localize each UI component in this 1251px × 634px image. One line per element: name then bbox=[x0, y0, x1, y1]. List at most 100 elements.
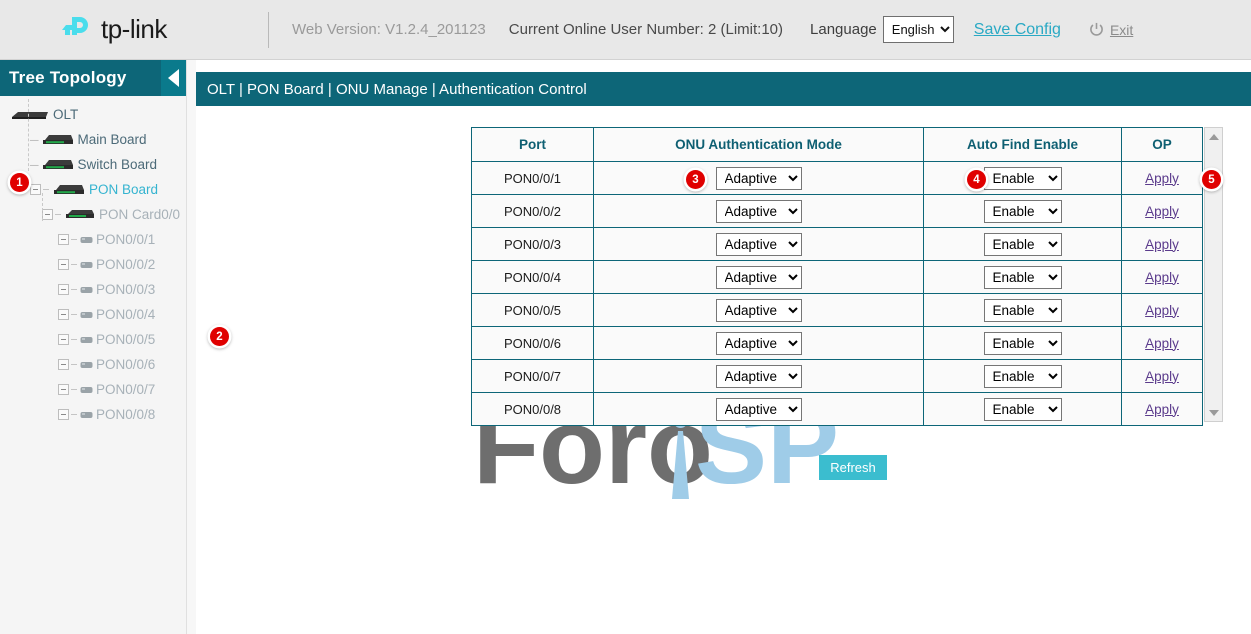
auth-mode-select[interactable]: Adaptive bbox=[716, 200, 802, 223]
tree-node-label: PON0/0/1 bbox=[96, 232, 155, 247]
board-device-icon bbox=[41, 133, 75, 147]
apply-link[interactable]: Apply bbox=[1145, 270, 1179, 285]
table-row: PON0/0/4 Adaptive Enable Apply bbox=[472, 261, 1203, 294]
cell-op: Apply bbox=[1122, 162, 1203, 195]
step-badge-4: 4 bbox=[967, 170, 986, 189]
step-badge-3: 3 bbox=[686, 170, 705, 189]
tree-expander[interactable] bbox=[58, 259, 69, 270]
tree-guide-line bbox=[42, 193, 43, 221]
cell-auth-mode: Adaptive bbox=[594, 393, 924, 426]
tree-collapse-button[interactable] bbox=[161, 60, 186, 96]
table-row: PON0/0/1AdaptiveEnableApply bbox=[472, 162, 1203, 195]
tree-connector bbox=[71, 339, 77, 340]
exit-label: Exit bbox=[1110, 22, 1133, 38]
apply-link[interactable]: Apply bbox=[1145, 237, 1179, 252]
auth-mode-select[interactable]: Adaptive bbox=[716, 332, 802, 355]
tree-node-pon0-0-1[interactable]: PON0/0/1 bbox=[0, 227, 186, 252]
cell-auto-find: Enable bbox=[924, 327, 1122, 360]
tree-connector: ─ bbox=[30, 158, 39, 172]
apply-link[interactable]: Apply bbox=[1145, 336, 1179, 351]
auto-find-select[interactable]: Enable bbox=[984, 200, 1062, 223]
tree-node-pon0-0-6[interactable]: PON0/0/6 bbox=[0, 352, 186, 377]
pon-port-icon bbox=[80, 385, 93, 395]
tree-connector bbox=[71, 289, 77, 290]
tree-node-pon0-0-7[interactable]: PON0/0/7 bbox=[0, 377, 186, 402]
auto-find-select[interactable]: Enable bbox=[984, 167, 1062, 190]
cell-port: PON0/0/6 bbox=[472, 327, 594, 360]
cell-auth-mode: Adaptive bbox=[594, 195, 924, 228]
auto-find-select[interactable]: Enable bbox=[984, 332, 1062, 355]
auth-mode-select[interactable]: Adaptive bbox=[716, 299, 802, 322]
tree-connector bbox=[71, 389, 77, 390]
tree-connector bbox=[71, 264, 77, 265]
tree-node-pon0-0-5[interactable]: PON0/0/5 bbox=[0, 327, 186, 352]
apply-link[interactable]: Apply bbox=[1145, 303, 1179, 318]
auth-mode-select[interactable]: Adaptive bbox=[716, 365, 802, 388]
cell-port: PON0/0/5 bbox=[472, 294, 594, 327]
cell-op: Apply bbox=[1122, 327, 1203, 360]
col-header-auto: Auto Find Enable bbox=[924, 128, 1122, 162]
auth-mode-select[interactable]: Adaptive bbox=[716, 233, 802, 256]
tree-topology-header: Tree Topology bbox=[0, 60, 186, 96]
cell-auth-mode: Adaptive bbox=[594, 327, 924, 360]
table-row: PON0/0/5 Adaptive Enable Apply bbox=[472, 294, 1203, 327]
auto-find-select[interactable]: Enable bbox=[984, 233, 1062, 256]
tree-node-pon0-0-2[interactable]: PON0/0/2 bbox=[0, 252, 186, 277]
col-header-op: OP bbox=[1122, 128, 1203, 162]
tree-node-pon0-0-4[interactable]: PON0/0/4 bbox=[0, 302, 186, 327]
language-select[interactable]: English bbox=[883, 16, 954, 43]
tree-node-label: PON0/0/7 bbox=[96, 382, 155, 397]
apply-link[interactable]: Apply bbox=[1145, 171, 1179, 186]
auto-find-select[interactable]: Enable bbox=[984, 365, 1062, 388]
refresh-button[interactable]: Refresh bbox=[819, 455, 887, 480]
auto-find-select[interactable]: Enable bbox=[984, 299, 1062, 322]
tree-node-label: PON0/0/6 bbox=[96, 357, 155, 372]
scroll-up-button[interactable] bbox=[1205, 128, 1222, 145]
auto-find-select[interactable]: Enable bbox=[984, 398, 1062, 421]
cell-auto-find: Enable bbox=[924, 294, 1122, 327]
auto-find-select[interactable]: Enable bbox=[984, 266, 1062, 289]
tree-expander[interactable] bbox=[58, 284, 69, 295]
cell-auth-mode: Adaptive bbox=[594, 360, 924, 393]
scroll-down-button[interactable] bbox=[1205, 404, 1222, 421]
auth-mode-select[interactable]: Adaptive bbox=[716, 398, 802, 421]
apply-link[interactable]: Apply bbox=[1145, 402, 1179, 417]
tree-node-pon-card0-0[interactable]: PON Card0/0 bbox=[0, 202, 186, 227]
cell-port: PON0/0/4 bbox=[472, 261, 594, 294]
header-divider bbox=[268, 12, 269, 48]
tree-node-label: Switch Board bbox=[78, 157, 158, 172]
breadcrumb-bar: OLT | PON Board | ONU Manage | Authentic… bbox=[196, 72, 1251, 106]
pon-port-icon bbox=[80, 360, 93, 370]
language-label: Language bbox=[810, 21, 877, 38]
tree-expander[interactable] bbox=[58, 359, 69, 370]
tree-node-list: OLT─Main Board─Switch BoardPON BoardPON … bbox=[0, 96, 186, 427]
cell-auto-find: Enable bbox=[924, 261, 1122, 294]
cell-op: Apply bbox=[1122, 261, 1203, 294]
tree-expander[interactable] bbox=[58, 409, 69, 420]
tree-expander[interactable] bbox=[30, 184, 41, 195]
tree-node-pon0-0-8[interactable]: PON0/0/8 bbox=[0, 402, 186, 427]
save-config-link[interactable]: Save Config bbox=[974, 21, 1061, 39]
tree-expander[interactable] bbox=[42, 209, 53, 220]
web-version-text: Web Version: V1.2.4_201123 bbox=[292, 21, 486, 38]
tree-node-label: PON0/0/4 bbox=[96, 307, 155, 322]
col-header-port: Port bbox=[472, 128, 594, 162]
tree-expander[interactable] bbox=[58, 334, 69, 345]
auth-mode-select[interactable]: Adaptive bbox=[716, 167, 802, 190]
tree-node-label: PON Card0/0 bbox=[99, 207, 180, 222]
tree-node-label: Main Board bbox=[78, 132, 147, 147]
tree-guide-line bbox=[28, 99, 29, 171]
table-header-row: Port ONU Authentication Mode Auto Find E… bbox=[472, 128, 1203, 162]
cell-auto-find: Enable bbox=[924, 393, 1122, 426]
exit-button[interactable]: Exit bbox=[1089, 22, 1133, 38]
col-header-mode: ONU Authentication Mode bbox=[594, 128, 924, 162]
apply-link[interactable]: Apply bbox=[1145, 204, 1179, 219]
auth-mode-select[interactable]: Adaptive bbox=[716, 266, 802, 289]
chevron-up-icon bbox=[1209, 134, 1219, 140]
tree-expander[interactable] bbox=[58, 309, 69, 320]
tree-expander[interactable] bbox=[58, 234, 69, 245]
table-row: PON0/0/7AdaptiveEnableApply bbox=[472, 360, 1203, 393]
apply-link[interactable]: Apply bbox=[1145, 369, 1179, 384]
tree-expander[interactable] bbox=[58, 384, 69, 395]
tree-node-pon0-0-3[interactable]: PON0/0/3 bbox=[0, 277, 186, 302]
